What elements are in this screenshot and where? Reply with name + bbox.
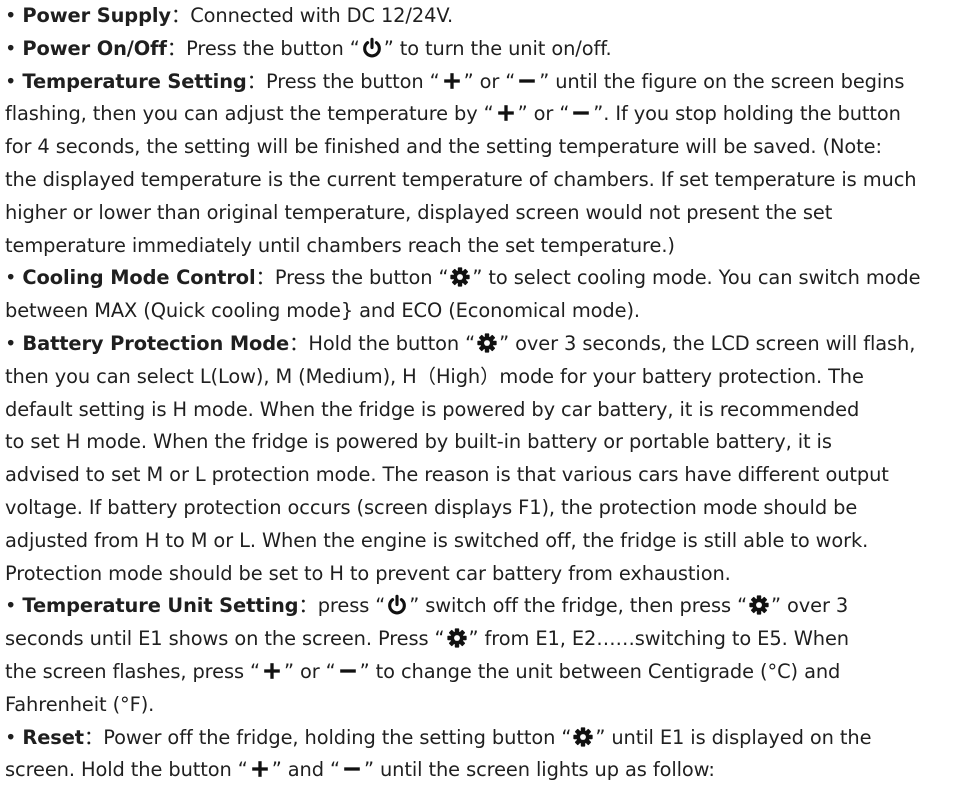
body-text: the displayed temperature is the current… (5, 167, 917, 191)
body-text: • (5, 4, 23, 27)
body-text: seconds until E1 shows on the screen. Pr… (5, 627, 445, 651)
text-line: then you can select L(Low), M (Medium), … (5, 361, 974, 394)
section-heading: Reset (22, 725, 84, 749)
body-text: ” until the screen lights up as follow: (363, 758, 715, 782)
body-text: • (5, 69, 23, 93)
body-text: higher or lower than original temperatur… (5, 200, 833, 224)
section-heading: Temperature Unit Setting (22, 594, 299, 618)
text-line: • Power On/Off：Press the button “ ” to tu… (5, 33, 974, 66)
plus-icon (261, 660, 283, 682)
body-text: then you can select L(Low), M (Medium), … (5, 364, 864, 388)
body-text: ：Press the button “ (246, 69, 440, 93)
body-text: adjusted from H to M or L. When the engi… (5, 528, 869, 552)
body-text: between MAX (Quick cooling mode} and ECO… (5, 299, 640, 323)
body-text: ” or “ (463, 69, 516, 93)
text-line: • Reset：Power off the fridge, holding th… (5, 722, 974, 755)
text-line: for 4 seconds, the setting will be finis… (5, 131, 974, 164)
instruction-text-block: • Power Supply：Connected with DC 12/24V.… (0, 0, 974, 787)
minus-icon (516, 70, 538, 92)
body-text: ” or “ (283, 659, 336, 683)
section-heading: Cooling Mode Control (22, 266, 256, 290)
body-text: ” to select cooling mode. You can switch… (472, 266, 921, 290)
body-text: ：Hold the button “ (289, 331, 476, 355)
body-text: • (5, 36, 23, 60)
body-text: ”. If you stop holding the button (593, 102, 901, 126)
body-text: Fahrenheit (°F). (5, 692, 155, 716)
text-line: • Battery Protection Mode：Hold the butto… (5, 328, 974, 361)
text-line: the displayed temperature is the current… (5, 164, 974, 197)
body-text: the screen flashes, press “ (5, 659, 260, 683)
body-text: ” or “ (517, 102, 570, 126)
plus-icon (495, 102, 517, 124)
minus-icon (341, 758, 363, 780)
text-line: to set H mode. When the fridge is powere… (5, 426, 974, 459)
text-line: flashing, then you can adjust the temper… (5, 98, 974, 131)
body-text: voltage. If battery protection occurs (s… (5, 495, 858, 519)
text-line: • Temperature Unit Setting：press “ ” swit… (5, 590, 974, 623)
body-text: ：Press the button “ (255, 266, 449, 290)
body-text: ：Power off the fridge, holding the setti… (83, 725, 572, 749)
text-line: higher or lower than original temperatur… (5, 197, 974, 230)
text-line: default setting is H mode. When the frid… (5, 394, 974, 427)
gear-icon (446, 627, 468, 649)
power-icon (361, 37, 383, 59)
body-text: advised to set M or L protection mode. T… (5, 463, 889, 487)
section-heading: Temperature Setting (22, 69, 247, 93)
minus-icon (337, 660, 359, 682)
section-heading: Battery Protection Mode (22, 331, 290, 355)
body-text: ” to turn the unit on/off. (383, 36, 612, 60)
body-text: ” until E1 is displayed on the (595, 725, 872, 749)
plus-icon (249, 758, 271, 780)
body-text: ：Press the button “ (166, 36, 360, 60)
text-line: Protection mode should be set to H to pr… (5, 558, 974, 591)
text-line: • Temperature Setting：Press the button “… (5, 66, 974, 99)
text-line: between MAX (Quick cooling mode} and ECO… (5, 295, 974, 328)
body-text: ” over 3 (771, 594, 849, 618)
gear-icon (748, 594, 770, 616)
body-text: temperature immediately until chambers r… (5, 233, 675, 257)
text-line: the screen flashes, press “ ” or “ ” to ch… (5, 656, 974, 689)
body-text: • (5, 266, 23, 290)
gear-icon (476, 332, 498, 354)
minus-icon (570, 102, 592, 124)
section-heading: Power On/Off (22, 36, 167, 60)
text-line: screen. Hold the button “ ” and “ ” until … (5, 754, 974, 787)
text-line: temperature immediately until chambers r… (5, 230, 974, 263)
body-text: ” to change the unit between Centigrade … (359, 659, 841, 683)
body-text: ” switch off the fridge, then press “ (409, 594, 748, 618)
body-text: ” and “ (271, 758, 340, 782)
body-text: ” over 3 seconds, the LCD screen will fl… (499, 331, 916, 355)
body-text: ” until the figure on the screen begins (539, 69, 905, 93)
body-text: Protection mode should be set to H to pr… (5, 561, 731, 585)
plus-icon (441, 70, 463, 92)
gear-icon (572, 726, 594, 748)
text-line: advised to set M or L protection mode. T… (5, 459, 974, 492)
body-text: • (5, 331, 23, 355)
text-line: adjusted from H to M or L. When the engi… (5, 525, 974, 558)
text-line: seconds until E1 shows on the screen. Pr… (5, 623, 974, 656)
body-text: ：press “ (298, 594, 386, 618)
text-line: Fahrenheit (°F). (5, 689, 974, 722)
section-heading: Power Supply (22, 4, 171, 27)
text-line: • Power Supply：Connected with DC 12/24V. (5, 0, 974, 33)
gear-icon (449, 266, 471, 288)
body-text: • (5, 725, 23, 749)
text-line: voltage. If battery protection occurs (s… (5, 492, 974, 525)
text-line: • Cooling Mode Control：Press the button … (5, 262, 974, 295)
body-text: default setting is H mode. When the frid… (5, 397, 860, 421)
body-text: ：Connected with DC 12/24V. (170, 4, 454, 27)
body-text: to set H mode. When the fridge is powere… (5, 430, 832, 454)
body-text: • (5, 594, 23, 618)
body-text: flashing, then you can adjust the temper… (5, 102, 494, 126)
power-icon (386, 594, 408, 616)
body-text: ” from E1, E2……switching to E5. When (468, 627, 850, 651)
body-text: for 4 seconds, the setting will be finis… (5, 135, 882, 159)
body-text: screen. Hold the button “ (5, 758, 248, 782)
